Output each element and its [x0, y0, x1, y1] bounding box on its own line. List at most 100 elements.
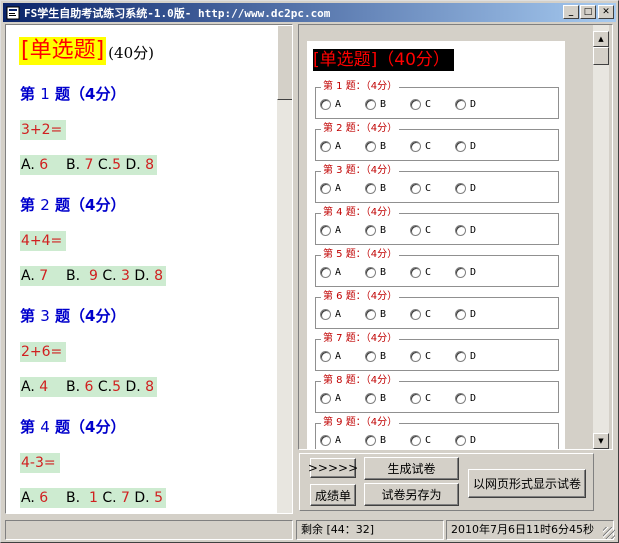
right-scroll-thumb[interactable] [593, 47, 609, 65]
answer-option-radio[interactable]: A [320, 435, 365, 446]
radio-button-icon[interactable] [365, 99, 376, 110]
score-report-button[interactable]: 成绩单 [310, 484, 356, 506]
answer-option-radio[interactable]: A [320, 267, 365, 278]
scroll-up-button[interactable]: ▲ [593, 31, 609, 47]
minimize-button[interactable]: _ [563, 5, 579, 19]
radio-button-icon[interactable] [320, 183, 331, 194]
answer-option-radio[interactable]: C [410, 267, 455, 278]
answer-option-radio[interactable]: B [365, 267, 410, 278]
radio-button-icon[interactable] [410, 225, 421, 236]
radio-button-icon[interactable] [365, 351, 376, 362]
question-options: A. 6 B. 7 C.5 D. 8 [20, 155, 158, 175]
radio-button-icon[interactable] [365, 225, 376, 236]
answer-option-radio[interactable]: B [365, 393, 410, 404]
close-button[interactable]: ✕ [598, 5, 614, 19]
answer-option-radio[interactable]: C [410, 393, 455, 404]
answer-option-radio[interactable]: B [365, 351, 410, 362]
radio-button-icon[interactable] [455, 225, 466, 236]
answer-option-radio[interactable]: D [455, 183, 500, 194]
answer-option-radio[interactable]: A [320, 141, 365, 152]
radio-button-icon[interactable] [410, 99, 421, 110]
radio-button-icon[interactable] [455, 393, 466, 404]
answer-option-radio[interactable]: D [455, 141, 500, 152]
answer-option-label: D [470, 99, 477, 110]
radio-button-icon[interactable] [455, 267, 466, 278]
radio-button-icon[interactable] [410, 309, 421, 320]
answer-option-radio[interactable]: D [455, 393, 500, 404]
radio-button-icon[interactable] [365, 393, 376, 404]
radio-button-icon[interactable] [320, 141, 331, 152]
radio-button-icon[interactable] [365, 267, 376, 278]
answer-option-radio[interactable]: A [320, 351, 365, 362]
answer-option-radio[interactable]: B [365, 141, 410, 152]
maximize-button[interactable]: □ [580, 5, 596, 19]
radio-button-icon[interactable] [320, 267, 331, 278]
answer-option-radio[interactable]: C [410, 183, 455, 194]
radio-button-icon[interactable] [320, 309, 331, 320]
radio-button-icon[interactable] [320, 393, 331, 404]
radio-button-icon[interactable] [320, 351, 331, 362]
answer-option-label: A [335, 99, 342, 110]
answer-option-radio[interactable]: B [365, 309, 410, 320]
radio-button-icon[interactable] [365, 435, 376, 446]
answer-option-radio[interactable]: D [455, 99, 500, 110]
left-scroll-thumb[interactable] [277, 25, 292, 100]
answer-option-radio[interactable]: B [365, 435, 410, 446]
answer-option-label: A [335, 435, 342, 446]
answer-option-radio[interactable]: C [410, 99, 455, 110]
answer-option-radio[interactable]: C [410, 351, 455, 362]
radio-button-icon[interactable] [410, 435, 421, 446]
answer-option-radio[interactable]: D [455, 309, 500, 320]
answer-option-radio[interactable]: A [320, 309, 365, 320]
save-paper-as-button[interactable]: 试卷另存为 [364, 483, 459, 506]
left-scrollbar[interactable] [277, 25, 292, 513]
answer-option-radio[interactable]: B [365, 99, 410, 110]
generate-paper-button[interactable]: 生成试卷 [364, 457, 459, 480]
radio-button-icon[interactable] [455, 141, 466, 152]
next-button[interactable]: >>>>> [308, 458, 358, 478]
close-icon: ✕ [602, 6, 610, 17]
radio-button-icon[interactable] [365, 183, 376, 194]
answer-option-radio[interactable]: B [365, 183, 410, 194]
answer-option-radio[interactable]: C [410, 225, 455, 236]
answer-option-radio[interactable]: D [455, 225, 500, 236]
radio-button-icon[interactable] [365, 141, 376, 152]
answer-option-radio[interactable]: D [455, 267, 500, 278]
web-view-button[interactable]: 以网页形式显示试卷 [468, 469, 586, 498]
answer-option-radio[interactable]: D [455, 351, 500, 362]
question-view-content: [单选题] (40分) 第 1 题（4分） 3+2= A. 6 B. 7 C.5… [6, 25, 276, 513]
answer-option-radio[interactable]: C [410, 141, 455, 152]
radio-button-icon[interactable] [455, 351, 466, 362]
answer-option-radio[interactable]: D [455, 435, 500, 446]
answer-option-radio[interactable]: B [365, 225, 410, 236]
question-view-pane[interactable]: [单选题] (40分) 第 1 题（4分） 3+2= A. 6 B. 7 C.5… [5, 24, 293, 514]
answer-question-title: 第 7 题：（4分） [321, 333, 400, 345]
scroll-down-button[interactable]: ▼ [593, 433, 609, 449]
radio-button-icon[interactable] [320, 225, 331, 236]
answer-option-radio[interactable]: A [320, 99, 365, 110]
radio-button-icon[interactable] [365, 309, 376, 320]
answer-option-label: A [335, 225, 342, 236]
radio-button-icon[interactable] [410, 393, 421, 404]
radio-button-icon[interactable] [410, 351, 421, 362]
answer-option-radio[interactable]: C [410, 435, 455, 446]
radio-button-icon[interactable] [410, 141, 421, 152]
radio-button-icon[interactable] [455, 183, 466, 194]
right-scrollbar[interactable]: ▲ ▼ [593, 25, 609, 449]
radio-button-icon[interactable] [320, 99, 331, 110]
resize-grip-icon[interactable] [603, 527, 615, 539]
radio-button-icon[interactable] [455, 435, 466, 446]
answer-option-radio[interactable]: C [410, 309, 455, 320]
answer-option-radio[interactable]: A [320, 225, 365, 236]
radio-button-icon[interactable] [410, 267, 421, 278]
radio-button-icon[interactable] [455, 99, 466, 110]
status-cell-empty [5, 520, 293, 540]
radio-button-icon[interactable] [455, 309, 466, 320]
answer-question-title: 第 6 题：（4分） [321, 291, 400, 303]
answer-option-radio[interactable]: A [320, 393, 365, 404]
answer-sheet-pane[interactable]: [单选题]（40分） 第 1 题：（4分） A B C D 第 2 题：（4分） A B C D 第… [298, 24, 613, 450]
radio-button-icon[interactable] [320, 435, 331, 446]
radio-button-icon[interactable] [410, 183, 421, 194]
answer-option-label: D [470, 351, 477, 362]
answer-option-radio[interactable]: A [320, 183, 365, 194]
